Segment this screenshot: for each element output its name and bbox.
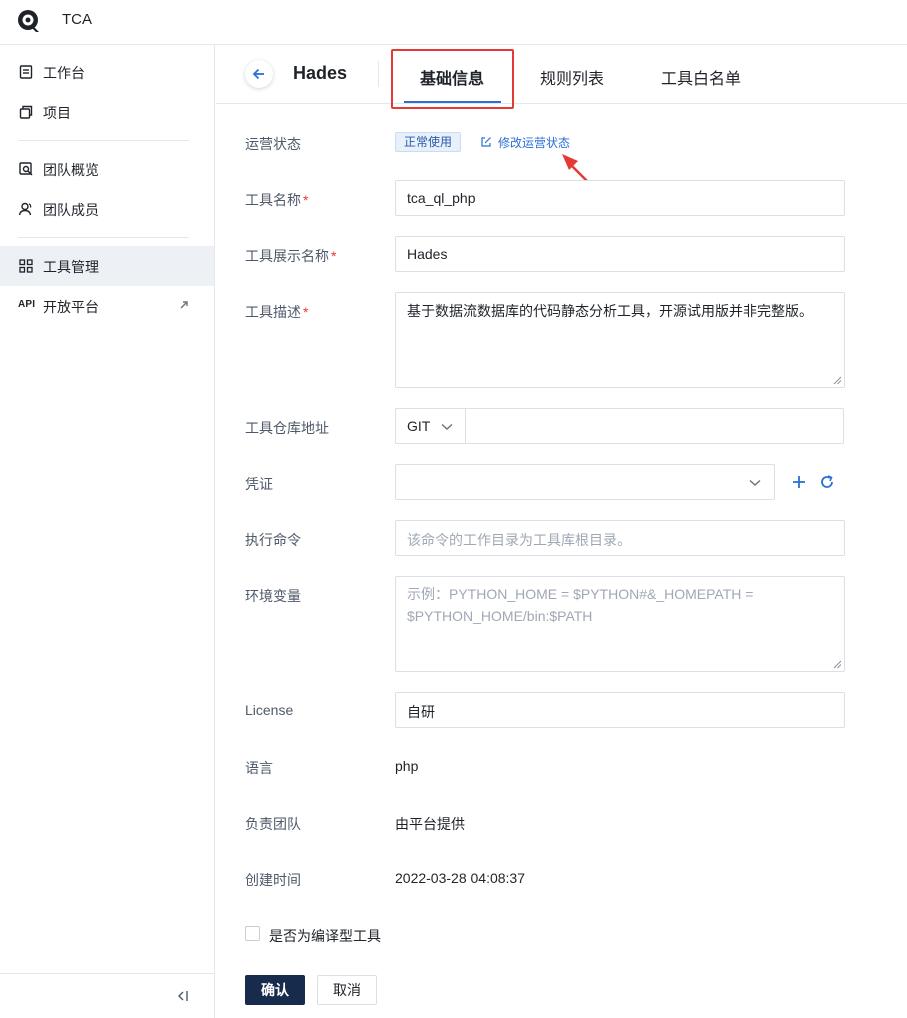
required-mark: * — [331, 248, 337, 264]
external-link-icon — [180, 301, 188, 309]
required-mark: * — [303, 192, 309, 208]
back-button[interactable] — [245, 60, 273, 88]
api-icon: API — [18, 299, 36, 310]
status-label: 运营状态 — [245, 136, 301, 152]
sidebar-item-workbench[interactable]: 工作台 — [0, 52, 214, 92]
team-label: 负责团队 — [245, 816, 301, 832]
top-bar: TCA — [0, 0, 907, 45]
license-input[interactable]: 自研 — [395, 692, 845, 728]
env-label: 环境变量 — [245, 588, 301, 604]
tool-name-input[interactable]: tca_ql_php — [395, 180, 845, 216]
collapse-sidebar-icon[interactable] — [175, 988, 191, 1004]
add-credential-icon[interactable] — [791, 474, 807, 490]
refresh-icon[interactable] — [819, 474, 835, 490]
sidebar-item-label: 项目 — [43, 105, 71, 121]
chevron-down-icon — [441, 423, 453, 430]
tool-title: Hades — [293, 63, 348, 83]
confirm-button[interactable]: 确认 — [245, 975, 305, 1005]
sidebar-divider — [18, 140, 189, 141]
tca-logo-icon[interactable] — [16, 8, 42, 34]
display-name-label: 工具展示名称 * — [245, 248, 337, 264]
language-label: 语言 — [245, 760, 273, 776]
credential-select[interactable] — [395, 464, 775, 500]
resize-handle-icon[interactable] — [833, 660, 842, 669]
team-overview-icon — [19, 162, 33, 176]
sidebar-item-label: 团队概览 — [43, 162, 99, 178]
required-mark: * — [303, 304, 309, 320]
sidebar-item-project[interactable]: 项目 — [0, 92, 214, 132]
compiled-tool-label[interactable]: 是否为编译型工具 — [269, 926, 381, 946]
command-input[interactable]: 该命令的工作目录为工具库根目录。 — [395, 520, 845, 556]
status-badge: 正常使用 — [395, 132, 462, 152]
scm-type-select[interactable]: GIT — [395, 408, 465, 444]
edit-status-text: 修改运营状态 — [498, 136, 571, 150]
tab-rule-list[interactable]: 规则列表 — [540, 65, 604, 89]
sidebar-item-team-overview[interactable]: 团队概览 — [0, 149, 214, 189]
arrow-left-icon — [252, 68, 264, 80]
created-time-value: 2022-03-28 04:08:37 — [395, 870, 525, 886]
license-label: License — [245, 702, 294, 718]
edit-icon — [481, 137, 491, 147]
annotation-highlight-box — [391, 49, 514, 109]
tool-name-label: 工具名称 * — [245, 192, 309, 208]
description-label: 工具描述 * — [245, 304, 309, 320]
sidebar-item-tool-management[interactable]: 工具管理 — [0, 246, 214, 286]
team-members-icon — [18, 202, 32, 216]
sidebar-item-open-platform[interactable]: API 开放平台 — [0, 286, 214, 326]
credential-label: 凭证 — [245, 476, 273, 492]
tool-header: Hades 基础信息 规则列表 工具白名单 — [216, 45, 907, 104]
edit-status-link[interactable]: 修改运营状态 — [480, 134, 570, 151]
sidebar-item-label: 团队成员 — [43, 202, 99, 218]
language-value: php — [395, 758, 419, 774]
created-time-label: 创建时间 — [245, 872, 301, 888]
workbench-icon — [19, 65, 33, 79]
header-separator — [378, 61, 379, 87]
cancel-button[interactable]: 取消 — [317, 975, 377, 1005]
repo-label: 工具仓库地址 — [245, 420, 329, 436]
project-icon — [19, 105, 33, 119]
sidebar-divider — [18, 237, 189, 238]
repo-url-input[interactable] — [465, 408, 844, 444]
sidebar-item-label: 工作台 — [43, 65, 85, 81]
resize-handle-icon[interactable] — [833, 376, 842, 385]
env-textarea[interactable]: 示例：PYTHON_HOME = $PYTHON#&_HOMEPATH = $P… — [395, 576, 845, 672]
command-label: 执行命令 — [245, 532, 301, 548]
compiled-tool-checkbox[interactable] — [245, 926, 260, 941]
display-name-input[interactable]: Hades — [395, 236, 845, 272]
team-value: 由平台提供 — [395, 816, 465, 832]
tab-tool-whitelist[interactable]: 工具白名单 — [661, 65, 741, 89]
sidebar: 工作台 项目 团队概览 团队成员 工具管理 API 开放平台 — [0, 45, 215, 1018]
sidebar-item-label: 工具管理 — [43, 259, 99, 275]
app-title: TCA — [62, 11, 92, 28]
sidebar-item-label: 开放平台 — [43, 299, 99, 315]
tool-management-icon — [19, 259, 33, 273]
sidebar-item-team-members[interactable]: 团队成员 — [0, 189, 214, 229]
sidebar-footer-divider — [0, 973, 214, 974]
chevron-down-icon — [749, 479, 761, 486]
description-textarea[interactable]: 基于数据流数据库的代码静态分析工具，开源试用版并非完整版。 — [395, 292, 845, 388]
